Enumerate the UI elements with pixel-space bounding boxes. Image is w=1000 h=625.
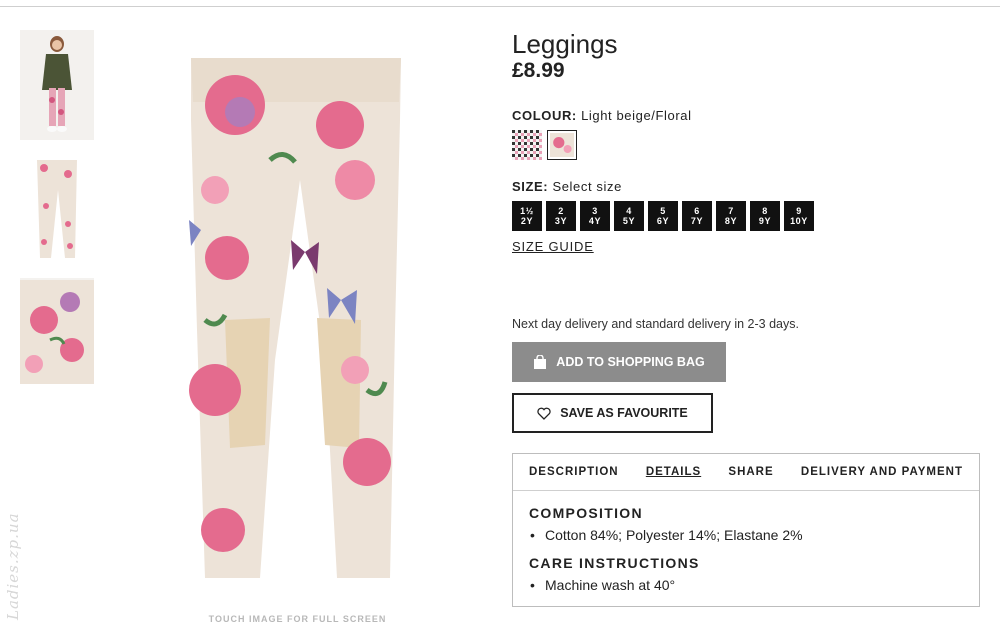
save-favourite-label: SAVE AS FAVOURITE [560,406,688,420]
tab-details[interactable]: DETAILS [646,466,701,478]
add-to-bag-label: ADD TO SHOPPING BAG [556,355,705,369]
product-info: Leggings £8.99 COLOUR: Light beige/Flora… [512,28,982,607]
add-to-bag-button[interactable]: ADD TO SHOPPING BAG [512,342,726,382]
size-top: 5 [660,206,666,216]
details-tabs: DESCRIPTION DETAILS SHARE DELIVERY AND P… [513,454,979,491]
size-top: 1½ [520,206,534,216]
main-product-image[interactable] [105,30,490,608]
care-item: Machine wash at 40° [529,577,963,593]
tab-delivery-payment[interactable]: DELIVERY AND PAYMENT [801,466,963,478]
size-top: 9 [796,206,802,216]
size-label: SIZE: [512,179,549,194]
fabric-detail-photo [20,280,94,384]
colour-label: COLOUR: [512,108,577,123]
tab-share[interactable]: SHARE [728,466,773,478]
size-value: Select size [552,179,622,194]
size-options: 1½ 2Y 2 3Y 3 4Y 4 5Y 5 6Y 6 7Y 7 8Y 8 9Y 9 10Y [512,201,982,231]
size-bottom: 7Y [690,216,704,226]
tab-description[interactable]: DESCRIPTION [529,466,619,478]
top-divider [0,6,1000,7]
full-screen-hint: TOUCH IMAGE FOR FULL SCREEN [208,614,387,624]
details-content: COMPOSITION Cotton 84%; Polyester 14%; E… [513,491,979,593]
thumbnail-list [20,30,94,398]
leggings-photo [20,154,94,264]
size-bottom: 9Y [758,216,772,226]
size-option-6[interactable]: 6 7Y [682,201,712,231]
size-bottom: 2Y [520,216,534,226]
size-top: 7 [728,206,734,216]
size-option-2[interactable]: 2 3Y [546,201,576,231]
size-bottom: 10Y [790,216,808,226]
size-top: 8 [762,206,768,216]
composition-item: Cotton 84%; Polyester 14%; Elastane 2% [529,527,963,543]
size-option-3[interactable]: 3 4Y [580,201,610,231]
shopping-bag-icon [534,355,547,369]
size-selector: SIZE: Select size 1½ 2Y 2 3Y 3 4Y 4 5Y 5 6Y 6… [512,179,982,254]
size-option-7[interactable]: 7 8Y [716,201,746,231]
swatch-beige-floral[interactable] [547,130,577,160]
composition-heading: COMPOSITION [529,505,643,521]
size-option-5[interactable]: 5 6Y [648,201,678,231]
leggings-image [105,30,490,608]
watermark: Ladies.zp.ua [4,512,22,620]
size-option-1-5[interactable]: 1½ 2Y [512,201,542,231]
thumbnail-detail[interactable] [20,278,94,384]
product-price: £8.99 [512,59,565,82]
size-option-8[interactable]: 8 9Y [750,201,780,231]
size-bottom: 8Y [724,216,738,226]
size-option-4[interactable]: 4 5Y [614,201,644,231]
model-photo [20,30,94,140]
save-favourite-button[interactable]: SAVE AS FAVOURITE [512,393,713,433]
size-top: 2 [558,206,564,216]
delivery-info: Next day delivery and standard delivery … [512,317,799,331]
colour-selector: COLOUR: Light beige/Floral [512,108,982,160]
thumbnail-leggings[interactable] [20,154,94,264]
size-bottom: 3Y [554,216,568,226]
size-option-9[interactable]: 9 10Y [784,201,814,231]
product-details-panel: DESCRIPTION DETAILS SHARE DELIVERY AND P… [512,453,980,607]
size-top: 4 [626,206,632,216]
size-bottom: 6Y [656,216,670,226]
heart-icon [537,407,551,420]
colour-swatches [512,130,982,160]
care-heading: CARE INSTRUCTIONS [529,555,700,571]
size-bottom: 5Y [622,216,636,226]
product-title: Leggings [512,29,618,59]
colour-value: Light beige/Floral [581,108,692,123]
size-bottom: 4Y [588,216,602,226]
thumbnail-model[interactable] [20,30,94,140]
swatch-houndstooth[interactable] [512,130,542,160]
size-guide-link[interactable]: SIZE GUIDE [512,239,594,254]
size-top: 3 [592,206,598,216]
size-top: 6 [694,206,700,216]
